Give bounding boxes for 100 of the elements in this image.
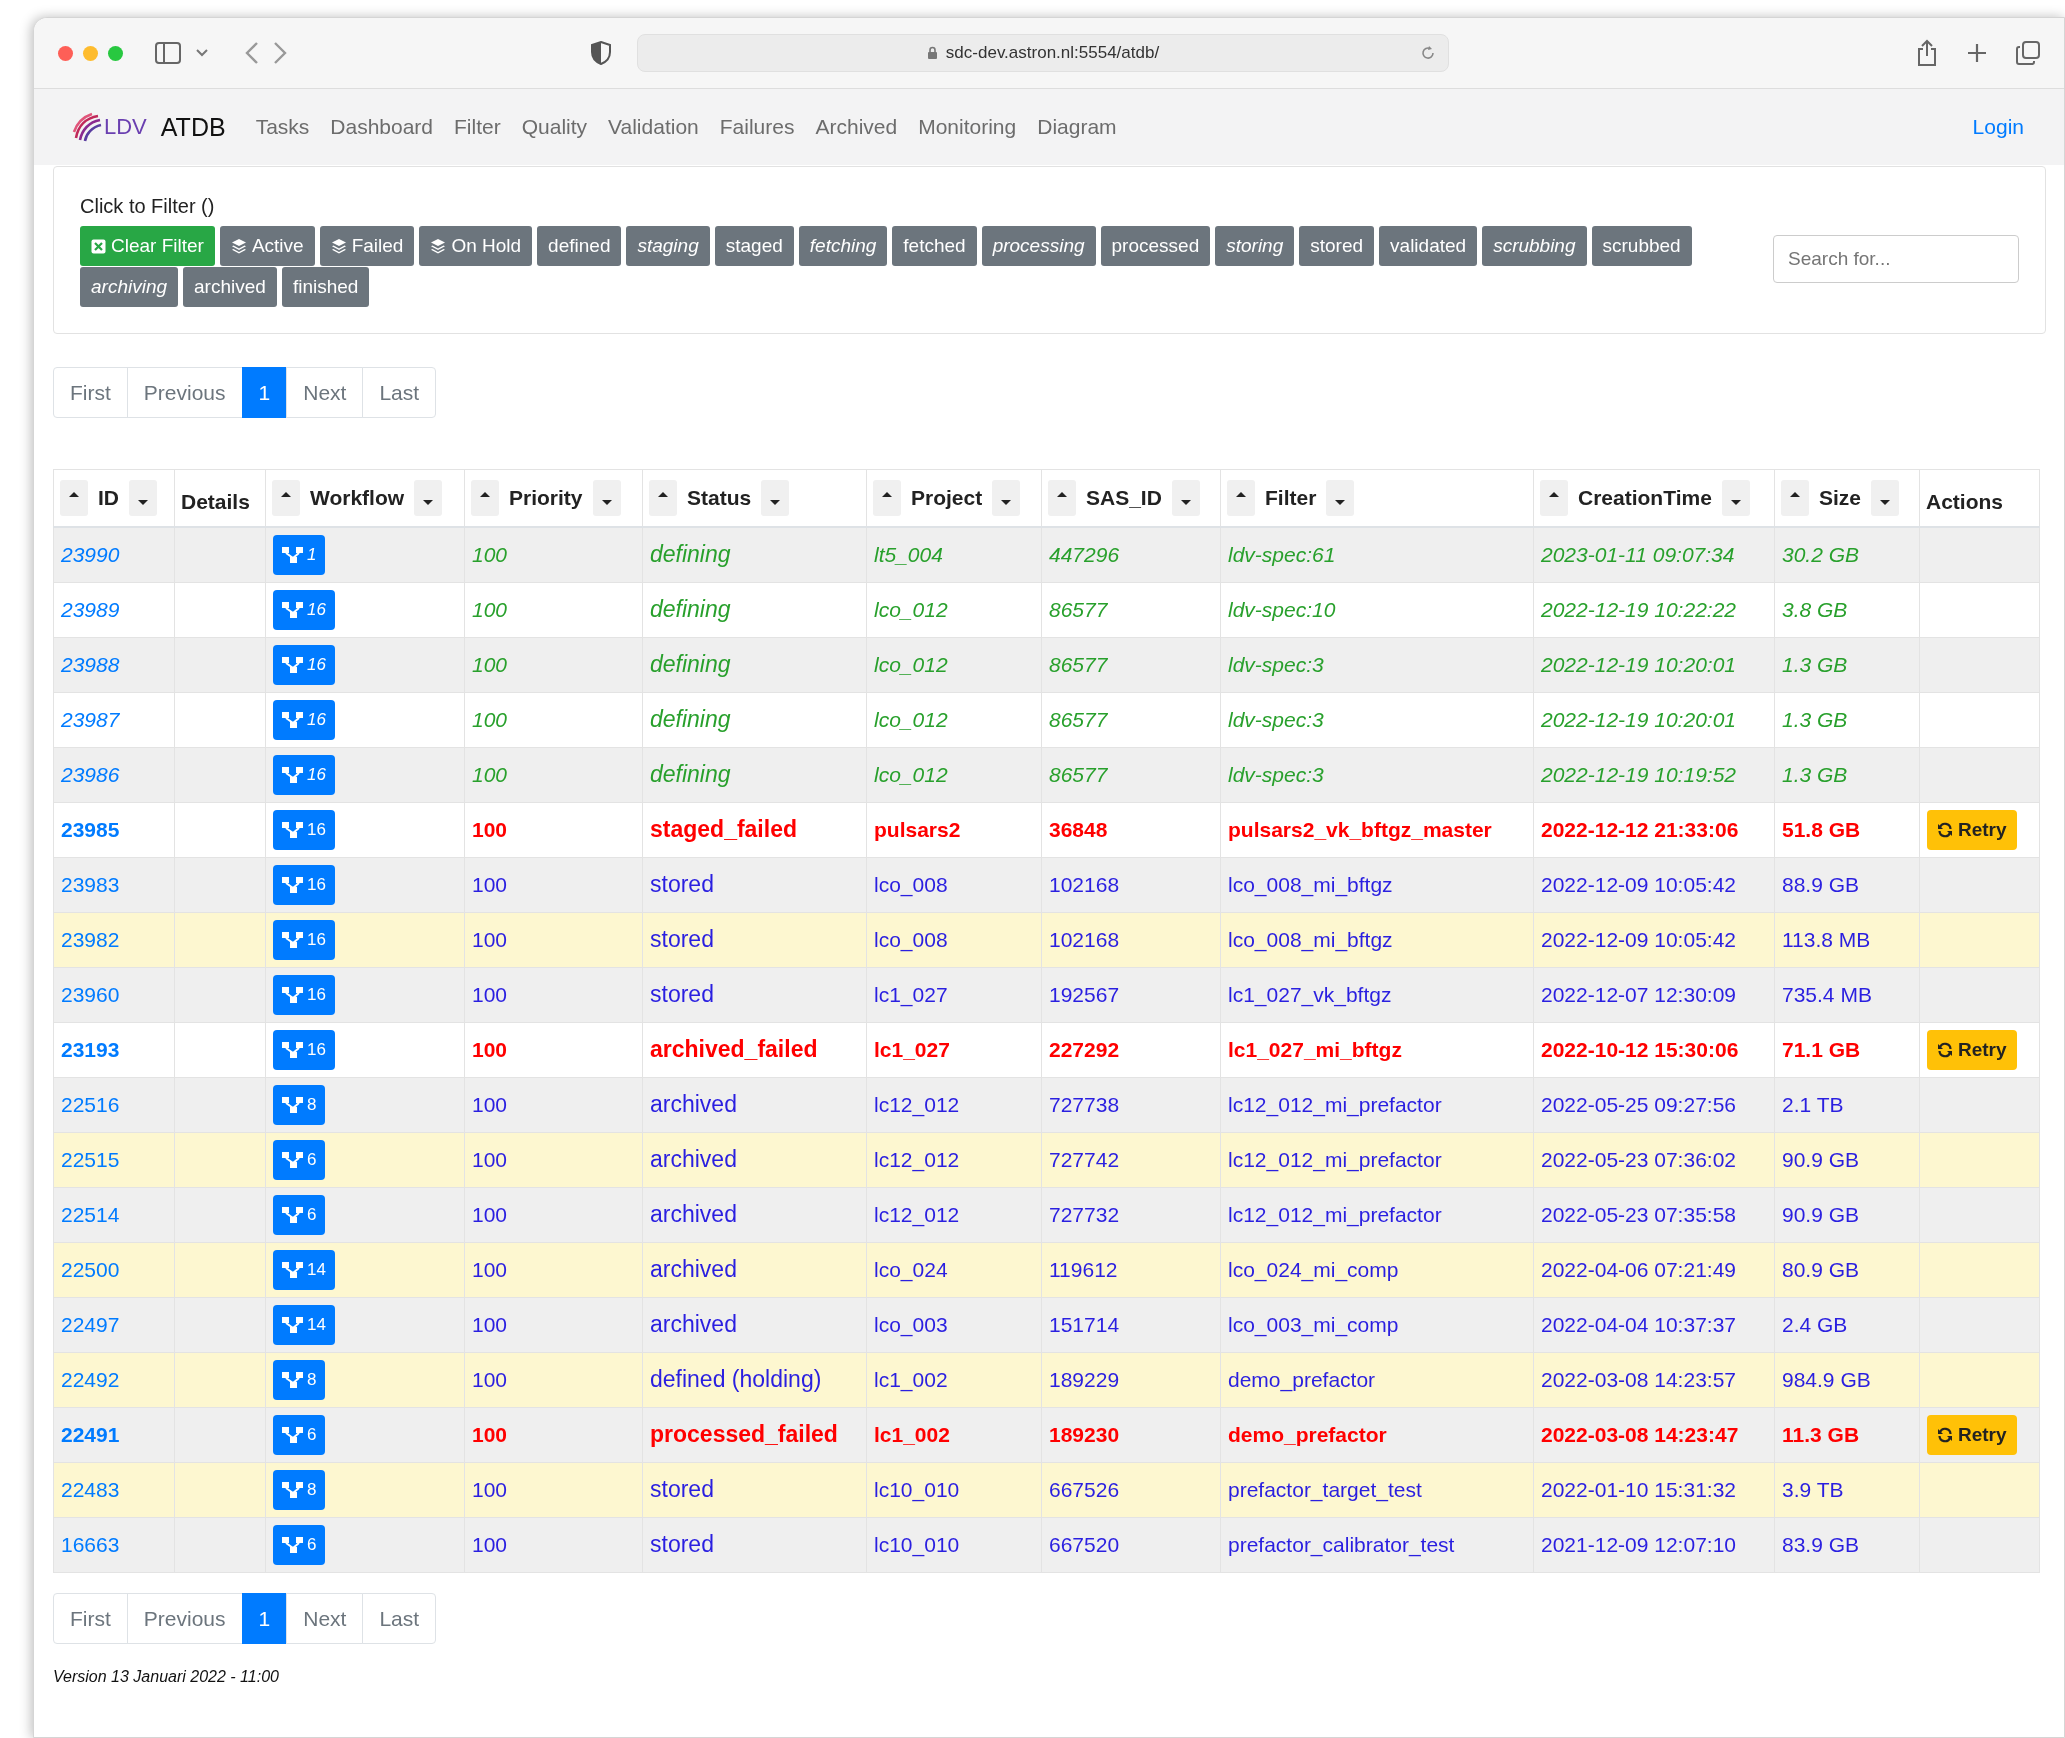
- table-row[interactable]: 23986 16 100 defining lco_012 86577 ldv-spec:3 2022-12-19 10:19:52 1.3 GB: [53, 747, 2040, 803]
- nav-link[interactable]: Archived: [815, 115, 898, 139]
- filter-button[interactable]: Failed: [319, 226, 415, 266]
- table-row[interactable]: 22500 14 100 archived lco_024 119612 lco_024_mi_comp 2022-04-06 07:21:49 80.9 GB: [53, 1242, 2040, 1298]
- workflow-button[interactable]: 16: [273, 810, 335, 850]
- retry-button[interactable]: Retry: [1927, 1030, 2017, 1070]
- pagination-button[interactable]: Previous: [126, 1593, 243, 1644]
- table-row[interactable]: 23989 16 100 defining lco_012 86577 ldv-spec:10 2022-12-19 10:22:22 3.8 GB: [53, 582, 2040, 638]
- workflow-button[interactable]: 8: [273, 1470, 326, 1510]
- pagination-button[interactable]: Last: [362, 367, 437, 418]
- sort-ascending-button[interactable]: [60, 480, 88, 516]
- workflow-button[interactable]: 16: [273, 975, 335, 1015]
- sort-ascending-button[interactable]: [1781, 480, 1809, 516]
- sort-descending-button[interactable]: [414, 480, 443, 516]
- workflow-button[interactable]: 16: [273, 1030, 335, 1070]
- table-row[interactable]: 22514 6 100 archived lc12_012 727732 lc12_012_mi_prefactor 2022-05-23 07:35:58 90.9 GB: [53, 1187, 2040, 1243]
- workflow-button[interactable]: 8: [273, 1360, 326, 1400]
- new-tab-icon[interactable]: [1966, 42, 1988, 64]
- share-icon[interactable]: [1916, 39, 1938, 67]
- filter-button[interactable]: stored: [1299, 226, 1375, 266]
- shield-icon[interactable]: [591, 41, 611, 65]
- pagination-button[interactable]: 1: [241, 1593, 288, 1644]
- pagination-button[interactable]: Next: [286, 367, 364, 418]
- filter-button[interactable]: scrubbing: [1482, 226, 1587, 266]
- brand-link[interactable]: ATDB: [160, 112, 226, 142]
- nav-link[interactable]: Filter: [454, 115, 501, 139]
- filter-button[interactable]: archiving: [80, 267, 179, 307]
- workflow-button[interactable]: 16: [273, 700, 335, 740]
- filter-button[interactable]: staged: [714, 226, 794, 266]
- workflow-button[interactable]: 1: [273, 535, 326, 575]
- workflow-button[interactable]: 6: [273, 1195, 326, 1235]
- sort-ascending-button[interactable]: [272, 480, 300, 516]
- close-icon[interactable]: [58, 45, 73, 61]
- sort-ascending-button[interactable]: [1540, 480, 1568, 516]
- workflow-button[interactable]: 6: [273, 1415, 326, 1455]
- table-row[interactable]: 22516 8 100 archived lc12_012 727738 lc12_012_mi_prefactor 2022-05-25 09:27:56 2.1 TB: [53, 1077, 2040, 1133]
- table-row[interactable]: 22515 6 100 archived lc12_012 727742 lc12_012_mi_prefactor 2022-05-23 07:36:02 90.9 GB: [53, 1132, 2040, 1188]
- sort-ascending-button[interactable]: [649, 480, 677, 516]
- filter-button[interactable]: staging: [626, 226, 710, 266]
- nav-link[interactable]: Dashboard: [330, 115, 434, 139]
- filter-button[interactable]: finished: [281, 267, 370, 307]
- table-row[interactable]: 16663 6 100 stored lc10_010 667520 prefactor_calibrator_test 2021-12-09 12:07:10 83.9 GB: [53, 1517, 2040, 1573]
- pagination-button[interactable]: First: [53, 367, 128, 418]
- sort-descending-button[interactable]: [592, 480, 621, 516]
- address-bar[interactable]: sdc-dev.astron.nl:5554/atdb/: [637, 34, 1449, 72]
- filter-button[interactable]: Active: [219, 226, 315, 266]
- workflow-button[interactable]: 16: [273, 920, 335, 960]
- workflow-button[interactable]: 16: [273, 865, 335, 905]
- filter-button[interactable]: fetched: [892, 226, 977, 266]
- sort-ascending-button[interactable]: [471, 480, 499, 516]
- filter-button[interactable]: defined: [537, 226, 622, 266]
- pagination-button[interactable]: First: [53, 1593, 128, 1644]
- pagination-button[interactable]: Last: [362, 1593, 437, 1644]
- search-field[interactable]: Search for...: [1773, 235, 2019, 283]
- filter-button[interactable]: processing: [981, 226, 1096, 266]
- reload-icon[interactable]: [1420, 45, 1436, 61]
- workflow-button[interactable]: 16: [273, 755, 335, 795]
- minimize-icon[interactable]: [83, 45, 98, 61]
- table-row[interactable]: 23983 16 100 stored lco_008 102168 lco_008_mi_bftgz 2022-12-09 10:05:42 88.9 GB: [53, 857, 2040, 913]
- filter-button[interactable]: processed: [1100, 226, 1211, 266]
- table-row[interactable]: 23960 16 100 stored lc1_027 192567 lc1_027_vk_bftgz 2022-12-07 12:30:09 735.4 MB: [53, 967, 2040, 1023]
- workflow-button[interactable]: 16: [273, 645, 335, 685]
- table-row[interactable]: 22497 14 100 archived lco_003 151714 lco_003_mi_comp 2022-04-04 10:37:37 2.4 GB: [53, 1297, 2040, 1353]
- login-link[interactable]: Login: [1972, 115, 2024, 139]
- table-row[interactable]: 23982 16 100 stored lco_008 102168 lco_008_mi_bftgz 2022-12-09 10:05:42 113.8 MB: [53, 912, 2040, 968]
- sort-descending-button[interactable]: [1171, 480, 1200, 516]
- workflow-button[interactable]: 14: [273, 1250, 335, 1290]
- workflow-button[interactable]: 16: [273, 590, 335, 630]
- sort-descending-button[interactable]: [761, 480, 790, 516]
- pagination-button[interactable]: 1: [241, 367, 288, 418]
- workflow-button[interactable]: 6: [273, 1140, 326, 1180]
- nav-link[interactable]: Validation: [608, 115, 699, 139]
- sort-descending-button[interactable]: [992, 480, 1021, 516]
- table-row[interactable]: 22491 6 100 processed_failed lc1_002 189230 demo_prefactor 2022-03-08 14:23:47 11.3 GB Retry: [53, 1407, 2040, 1463]
- filter-button[interactable]: On Hold: [419, 226, 533, 266]
- pagination-button[interactable]: Previous: [126, 367, 243, 418]
- pagination-button[interactable]: Next: [286, 1593, 364, 1644]
- nav-link[interactable]: Failures: [719, 115, 795, 139]
- table-row[interactable]: 23987 16 100 defining lco_012 86577 ldv-spec:3 2022-12-19 10:20:01 1.3 GB: [53, 692, 2040, 748]
- sort-ascending-button[interactable]: [1048, 480, 1076, 516]
- back-icon[interactable]: [245, 41, 259, 65]
- table-row[interactable]: 23985 16 100 staged_failed pulsars2 36848 pulsars2_vk_bftgz_master 2022-12-12 21:33:06 51.8 GB Retry: [53, 802, 2040, 858]
- sort-descending-button[interactable]: [1326, 480, 1355, 516]
- sort-ascending-button[interactable]: [873, 480, 901, 516]
- forward-icon[interactable]: [273, 41, 287, 65]
- retry-button[interactable]: Retry: [1927, 1415, 2017, 1455]
- filter-button[interactable]: validated: [1379, 226, 1478, 266]
- sort-ascending-button[interactable]: [1227, 480, 1255, 516]
- nav-link[interactable]: Quality: [521, 115, 588, 139]
- sidebar-icon[interactable]: [155, 42, 181, 64]
- retry-button[interactable]: Retry: [1927, 810, 2017, 850]
- nav-link[interactable]: Diagram: [1037, 115, 1117, 139]
- chevron-down-icon[interactable]: [195, 48, 209, 58]
- nav-link[interactable]: Monitoring: [918, 115, 1017, 139]
- nav-link[interactable]: Tasks: [255, 115, 310, 139]
- filter-button[interactable]: storing: [1215, 226, 1295, 266]
- zoom-icon[interactable]: [108, 45, 123, 61]
- sort-descending-button[interactable]: [1871, 480, 1900, 516]
- filter-button[interactable]: archived: [183, 267, 277, 307]
- workflow-button[interactable]: 8: [273, 1085, 326, 1125]
